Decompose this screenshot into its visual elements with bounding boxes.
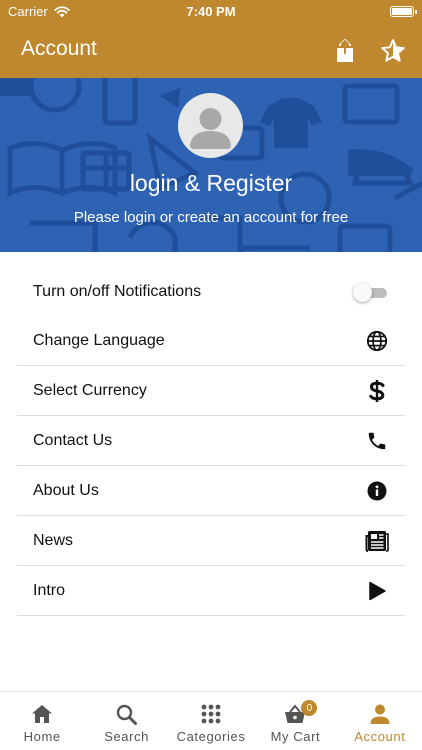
page-title: Account	[21, 37, 97, 60]
menu-item-label: Select Currency	[33, 381, 147, 399]
person-icon	[368, 702, 392, 726]
menu-item-label: Contact Us	[33, 431, 113, 449]
tab-label: My Cart	[270, 729, 321, 744]
menu-item-label: Intro	[33, 581, 66, 599]
notifications-toggle[interactable]	[353, 282, 389, 302]
tab-label: Search	[104, 729, 149, 744]
tab-label: Home	[23, 729, 61, 744]
settings-menu: Turn on/off Notifications Change Languag…	[17, 267, 405, 616]
favorite-button[interactable]	[378, 36, 408, 66]
play-icon	[365, 579, 389, 603]
user-placeholder-icon	[190, 108, 231, 149]
tab-label: Account	[354, 729, 406, 744]
app-bar: Account	[0, 24, 422, 78]
tab-search[interactable]: Search	[84, 692, 168, 750]
menu-item-label: News	[33, 531, 74, 549]
home-icon	[30, 702, 54, 726]
grid-icon	[199, 702, 223, 726]
menu-item-label: Change Language	[33, 331, 165, 349]
menu-item-news[interactable]: News	[17, 516, 405, 566]
search-icon	[115, 702, 139, 726]
tab-account[interactable]: Account	[338, 692, 422, 750]
menu-item-intro[interactable]: Intro	[17, 566, 405, 616]
notifications-label: Turn on/off Notifications	[33, 282, 202, 300]
login-register-subtitle: Please login or create an account for fr…	[73, 209, 349, 226]
phone-icon	[365, 429, 389, 453]
tab-label: Categories	[176, 729, 246, 744]
bottom-tab-bar: Home Search Categories 0 My Cart Account	[0, 691, 422, 750]
login-register-title[interactable]: login & Register	[0, 170, 422, 197]
cart-count-badge: 0	[301, 700, 318, 716]
menu-item-about-us[interactable]: About Us	[17, 466, 405, 516]
tab-home[interactable]: Home	[0, 692, 84, 750]
avatar[interactable]	[178, 93, 243, 158]
share-button[interactable]	[330, 36, 360, 66]
menu-item-select-currency[interactable]: Select Currency	[17, 366, 405, 416]
newspaper-icon	[365, 529, 389, 553]
tab-categories[interactable]: Categories	[169, 692, 253, 750]
status-bar: Carrier 7:40 PM	[0, 0, 422, 24]
info-icon	[365, 479, 389, 503]
battery-icon	[390, 6, 417, 17]
globe-icon	[365, 329, 389, 353]
profile-banner[interactable]: login & Register Please login or create …	[0, 78, 422, 252]
share-icon	[337, 39, 353, 62]
dollar-icon	[365, 379, 389, 403]
star-icon	[381, 39, 405, 62]
menu-item-notifications: Turn on/off Notifications	[17, 267, 405, 316]
status-time: 7:40 PM	[186, 4, 236, 19]
tab-my-cart[interactable]: 0 My Cart	[253, 692, 337, 750]
menu-item-contact-us[interactable]: Contact Us	[17, 416, 405, 466]
menu-item-label: About Us	[33, 481, 99, 499]
menu-item-change-language[interactable]: Change Language	[17, 316, 405, 366]
